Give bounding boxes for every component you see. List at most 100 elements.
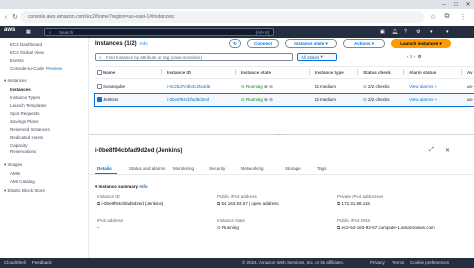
close-icon[interactable]: ✕ — [445, 147, 450, 154]
star-icon[interactable]: ☆ — [428, 12, 438, 22]
preview-badge: Preview — [46, 66, 63, 71]
cloudshell-icon[interactable]: ▣ — [380, 28, 385, 36]
copyright-text: © 2024, Amazon Web Services, Inc. or its… — [242, 260, 344, 265]
sidebar-item-ami-catalog[interactable]: AMI Catalog — [10, 179, 35, 184]
instance-search-input[interactable]: ⌕ Find Instance by attribute or tag (cas… — [95, 53, 293, 61]
gear-icon[interactable]: ⚙ — [418, 54, 422, 59]
sidebar-item-spot-requests[interactable]: Spot Requests — [10, 111, 40, 116]
column-header-name[interactable]: Name — [103, 70, 115, 75]
connect-button[interactable]: Connect — [247, 39, 279, 48]
next-page-icon[interactable]: › — [414, 54, 416, 59]
column-header-status-check[interactable]: Status check — [363, 70, 391, 75]
sidebar-item-dedicated-hosts[interactable]: Dedicated Hosts — [10, 135, 43, 140]
feedback-link[interactable]: Feedback — [32, 260, 52, 265]
tab-monitoring[interactable]: Monitoring — [173, 166, 194, 171]
sidebar-item-events[interactable]: Events — [10, 58, 24, 63]
alarm-status-link[interactable]: View alarms + — [409, 84, 437, 89]
instance-state-dropdown[interactable]: Instance state ▾ — [285, 39, 337, 48]
instance-state: ⊙ Running ⊕ ⊖ — [241, 97, 273, 103]
page-title: Instances (1/2) — [95, 41, 137, 47]
cloudshell-link[interactable]: CloudShell — [4, 260, 26, 265]
aws-search-input[interactable]: ⌕ Search [Alt+S] — [44, 28, 274, 36]
help-icon[interactable]: ? — [404, 28, 407, 36]
actions-dropdown[interactable]: Actions ▾ — [343, 39, 385, 48]
field-label: Public IPv4 DNS — [337, 218, 371, 223]
sidebar-item-savings-plans[interactable]: Savings Plans — [10, 119, 39, 124]
tabs-divider — [89, 174, 474, 175]
tab-security[interactable]: Security — [209, 166, 225, 171]
summary-info-link[interactable]: Info — [139, 184, 147, 189]
page-number[interactable]: 1 — [410, 54, 413, 59]
close-window-icon[interactable]: ✕ — [462, 0, 474, 9]
row-checkbox[interactable] — [97, 97, 102, 102]
status-check: ⊙ 2/2 checks — [363, 84, 390, 90]
tab-details[interactable]: Details — [97, 166, 112, 171]
sidebar-item-instances[interactable]: Instances — [10, 87, 31, 92]
search-icon: ⌕ — [99, 54, 102, 60]
region-selector[interactable]: ▾ — [430, 28, 433, 36]
column-resizer[interactable] — [235, 69, 236, 75]
terms-link[interactable]: Terms — [392, 260, 404, 265]
instances-title-row: Instances (1/2) Info — [95, 41, 148, 47]
column-header-instance-state[interactable]: Instance state — [241, 70, 271, 75]
tab-storage[interactable]: Storage — [285, 166, 301, 171]
column-header-instance-type[interactable]: Instance type — [315, 70, 344, 75]
account-menu[interactable]: ▾ — [446, 28, 449, 36]
address-bar[interactable]: console.aws.amazon.com/ec2/home?region=u… — [20, 11, 424, 23]
column-header-av[interactable]: Av — [467, 70, 473, 75]
sidebar-item-reservations[interactable]: Reservations — [10, 149, 36, 154]
instance-summary-heading[interactable]: ▾ Instance summary Info — [95, 184, 148, 190]
sidebar-item-ec2-dashboard[interactable]: EC2 Dashboard — [10, 42, 42, 47]
state-filter-dropdown[interactable]: All states ▾ — [297, 53, 337, 61]
privacy-link[interactable]: Privacy — [370, 260, 385, 265]
browser-toolbar: ‹ ↻ console.aws.amazon.com/ec2/home?regi… — [0, 9, 474, 27]
select-all-checkbox[interactable] — [97, 70, 102, 75]
cookie-preferences-link[interactable]: Cookie preferences — [410, 260, 449, 265]
drag-handle-icon[interactable]: ⋯ — [277, 132, 282, 138]
column-header-instance-id[interactable]: Instance ID — [167, 70, 191, 75]
tab-networking[interactable]: Networking — [241, 166, 264, 171]
bell-icon[interactable]: 🔔︎ — [392, 28, 398, 36]
column-resizer[interactable] — [161, 69, 162, 75]
launch-instances-button[interactable]: Launch instances ▾ — [391, 39, 451, 48]
sidebar-item-capacity[interactable]: Capacity — [10, 143, 28, 148]
availability-zone: us- — [467, 84, 474, 89]
tab-tags[interactable]: Tags — [317, 166, 327, 171]
gear-icon[interactable]: ⚙ — [416, 28, 420, 36]
services-grid-icon[interactable]: ▦ — [26, 28, 31, 36]
sidebar-item-console-to-code[interactable]: Console-to-Code Preview — [10, 66, 62, 71]
sidebar-item-reserved-instances[interactable]: Reserved Instances — [10, 127, 50, 132]
maximize-icon[interactable]: □ — [450, 0, 462, 9]
reload-icon[interactable]: ↻ — [10, 12, 20, 22]
sidebar-item-amis[interactable]: AMIs — [10, 171, 20, 176]
alarm-status-link[interactable]: View alarms + — [409, 97, 437, 102]
sidebar-item-instance-types[interactable]: Instance Types — [10, 95, 40, 100]
zoom-out-icon[interactable]: ⊖ — [268, 97, 273, 102]
column-resizer[interactable] — [357, 69, 358, 75]
sidebar-item-ec2-global-view[interactable]: EC2 Global View — [10, 50, 44, 55]
aws-logo[interactable]: aws — [4, 27, 15, 33]
column-resizer[interactable] — [309, 69, 310, 75]
sidebar-item-label: Savings Plans — [10, 119, 39, 124]
tab-status-and-alarms[interactable]: Status and alarms — [129, 166, 165, 171]
refresh-button[interactable]: ↻ — [229, 39, 241, 48]
instance-id-link[interactable]: i-0c2bd7e3b4c2fa4d6 — [167, 84, 210, 89]
column-header-alarm-status[interactable]: Alarm status — [409, 70, 436, 75]
instance-id-link[interactable]: i-0be8f94cbfad9d2ed — [167, 97, 209, 102]
extensions-icon[interactable]: ⧉ — [442, 12, 452, 22]
chevron-down-icon: ▾ — [325, 40, 328, 46]
row-checkbox[interactable] — [97, 84, 102, 89]
prev-page-icon[interactable]: ‹ — [407, 54, 409, 59]
menu-icon[interactable]: ⋮ — [458, 12, 468, 22]
instance-name: Jenkins — [103, 97, 119, 102]
minimize-icon[interactable]: – — [438, 0, 450, 9]
zoom-icon[interactable]: ⤢ — [429, 147, 434, 154]
info-link[interactable]: Info — [140, 41, 148, 46]
column-resizer[interactable] — [461, 69, 462, 75]
status-label: 2/2 checks — [368, 84, 390, 89]
instance-name: Sonarqube — [103, 84, 126, 89]
zoom-out-icon[interactable]: ⊖ — [268, 84, 273, 89]
instance-type: t2.medium — [315, 84, 337, 89]
column-resizer[interactable] — [403, 69, 404, 75]
sidebar-item-launch-templates[interactable]: Launch Templates — [10, 103, 46, 108]
